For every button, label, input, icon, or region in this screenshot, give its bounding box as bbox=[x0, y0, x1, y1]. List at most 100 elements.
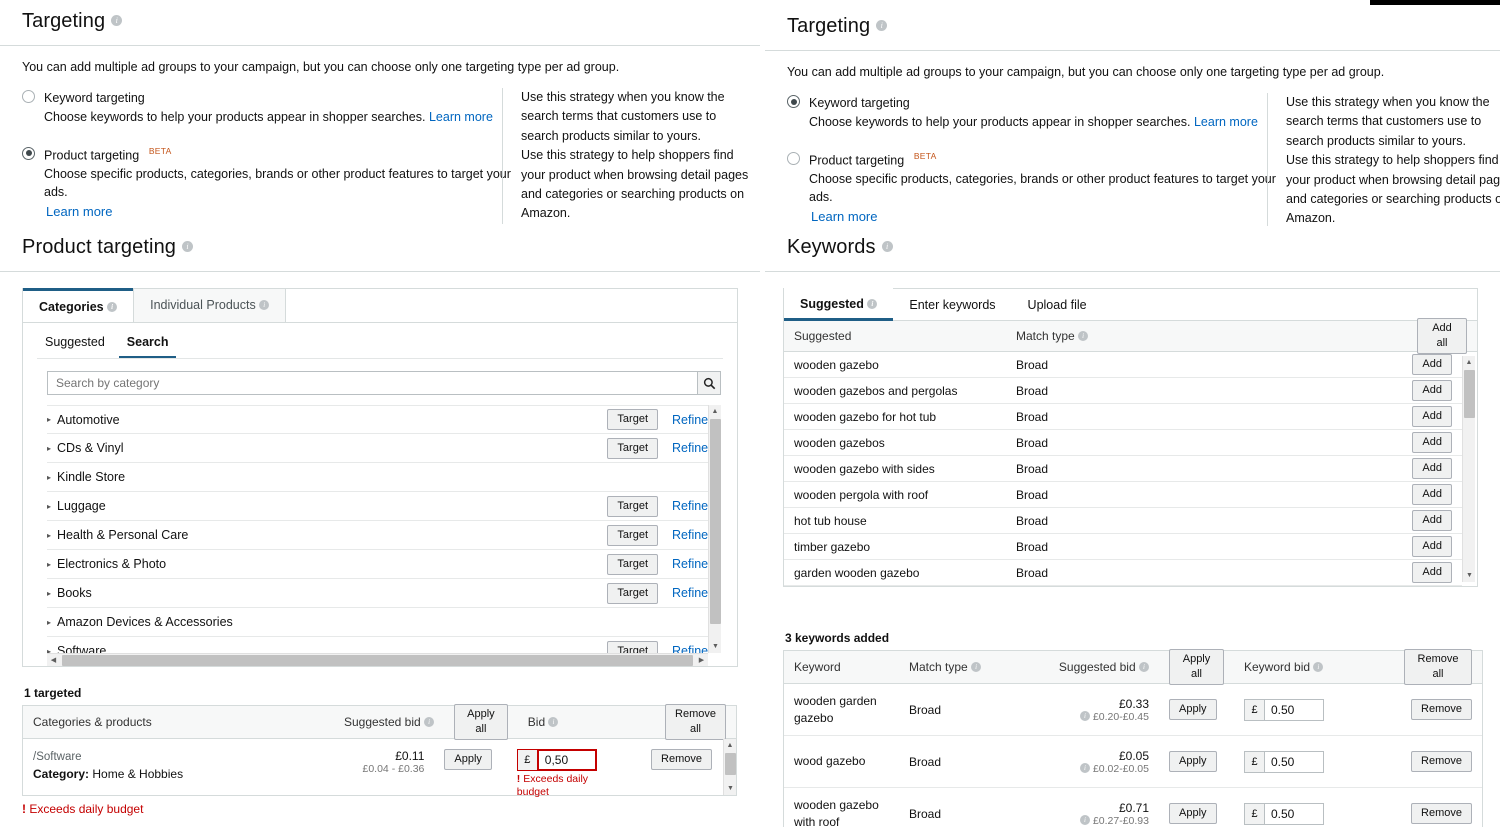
refine-link[interactable]: Refine bbox=[672, 413, 708, 427]
expand-caret-icon[interactable]: ▸ bbox=[47, 473, 51, 482]
info-icon[interactable]: i bbox=[1139, 661, 1149, 672]
info-icon[interactable]: i bbox=[1080, 762, 1091, 773]
info-icon[interactable]: i bbox=[548, 716, 559, 727]
expand-caret-icon[interactable]: ▸ bbox=[47, 502, 51, 511]
add-button[interactable]: Add bbox=[1412, 510, 1452, 531]
info-icon[interactable]: i bbox=[971, 661, 982, 672]
category-row[interactable]: ▸ Automotive Target Refine bbox=[47, 405, 708, 434]
apply-all-button[interactable]: Apply all bbox=[1169, 649, 1224, 685]
add-all-button[interactable]: Add all bbox=[1417, 318, 1467, 354]
target-button[interactable]: Target bbox=[607, 524, 658, 546]
scroll-thumb[interactable] bbox=[725, 753, 736, 775]
tab-categories[interactable]: Categories i bbox=[23, 288, 134, 322]
radio-input-product-targeting[interactable] bbox=[22, 146, 35, 160]
scroll-down-arrow[interactable]: ▼ bbox=[724, 782, 737, 795]
radio-input-keyword-targeting[interactable] bbox=[22, 90, 35, 103]
expand-caret-icon[interactable]: ▸ bbox=[47, 444, 51, 453]
learn-more-product-link[interactable]: Learn more bbox=[811, 209, 877, 224]
target-button[interactable]: Target bbox=[607, 437, 658, 459]
refine-link[interactable]: Refine bbox=[672, 499, 708, 513]
radio-input-keyword-targeting[interactable] bbox=[787, 95, 800, 108]
bid-input[interactable] bbox=[536, 749, 597, 771]
add-button[interactable]: Add bbox=[1412, 354, 1452, 375]
add-button[interactable]: Add bbox=[1412, 536, 1452, 557]
info-icon[interactable]: i bbox=[867, 298, 878, 309]
keyword-bid-input[interactable] bbox=[1264, 698, 1324, 721]
refine-link[interactable]: Refine bbox=[672, 441, 708, 455]
keyword-bid-field[interactable]: £ bbox=[1244, 698, 1384, 721]
tab-upload-file[interactable]: Upload file bbox=[1011, 289, 1103, 320]
suggested-list-scrollbar[interactable]: ▲ ▼ bbox=[1462, 356, 1475, 582]
keyword-bid-input[interactable] bbox=[1264, 750, 1324, 773]
add-button[interactable]: Add bbox=[1412, 484, 1452, 505]
expand-caret-icon[interactable]: ▸ bbox=[47, 531, 51, 540]
add-button[interactable]: Add bbox=[1412, 432, 1452, 453]
info-icon[interactable]: i bbox=[1080, 814, 1091, 825]
info-icon[interactable]: i bbox=[107, 301, 118, 312]
refine-link[interactable]: Refine bbox=[672, 557, 708, 571]
category-row[interactable]: ▸ CDs & Vinyl Target Refine bbox=[47, 434, 708, 463]
remove-button[interactable]: Remove bbox=[1411, 751, 1472, 772]
scroll-right-arrow[interactable]: ▶ bbox=[695, 656, 708, 664]
bid-field[interactable]: £ bbox=[516, 749, 631, 771]
target-button[interactable]: Target bbox=[607, 582, 658, 604]
remove-button[interactable]: Remove bbox=[1411, 803, 1472, 824]
tab-individual-products[interactable]: Individual Products i bbox=[133, 289, 287, 322]
tab-enter-keywords[interactable]: Enter keywords bbox=[893, 289, 1012, 320]
target-button[interactable]: Target bbox=[607, 495, 658, 517]
refine-link[interactable]: Refine bbox=[672, 586, 708, 600]
remove-button[interactable]: Remove bbox=[651, 749, 712, 770]
info-icon[interactable]: i bbox=[1080, 710, 1091, 721]
remove-all-button[interactable]: Remove all bbox=[1404, 649, 1472, 685]
subtab-suggested[interactable]: Suggested bbox=[37, 331, 113, 358]
scroll-thumb[interactable] bbox=[710, 419, 721, 624]
learn-more-keyword-link[interactable]: Learn more bbox=[429, 110, 493, 124]
scroll-down-arrow[interactable]: ▼ bbox=[1463, 569, 1476, 582]
targeted-table-scrollbar[interactable]: ▲ ▼ bbox=[723, 739, 736, 795]
add-button[interactable]: Add bbox=[1412, 406, 1452, 427]
keyword-bid-input[interactable] bbox=[1264, 802, 1324, 825]
info-icon[interactable]: i bbox=[876, 20, 888, 31]
target-button[interactable]: Target bbox=[607, 553, 658, 575]
keyword-bid-field[interactable]: £ bbox=[1244, 750, 1384, 773]
remove-button[interactable]: Remove bbox=[1411, 699, 1472, 720]
apply-button[interactable]: Apply bbox=[1169, 751, 1217, 772]
scroll-down-arrow[interactable]: ▼ bbox=[709, 640, 722, 653]
scroll-thumb[interactable] bbox=[1464, 370, 1475, 418]
info-icon[interactable]: i bbox=[111, 15, 123, 26]
category-row[interactable]: ▸ Electronics & Photo Target Refine bbox=[47, 550, 708, 579]
info-icon[interactable]: i bbox=[1078, 330, 1089, 341]
search-input[interactable] bbox=[47, 371, 697, 395]
info-icon[interactable]: i bbox=[259, 299, 270, 310]
refine-link[interactable]: Refine bbox=[672, 528, 708, 542]
scroll-left-arrow[interactable]: ◀ bbox=[47, 656, 60, 664]
add-button[interactable]: Add bbox=[1412, 458, 1452, 479]
scroll-up-arrow[interactable]: ▲ bbox=[724, 739, 736, 752]
add-button[interactable]: Add bbox=[1412, 562, 1452, 583]
info-icon[interactable]: i bbox=[881, 241, 893, 252]
category-list-vertical-scrollbar[interactable]: ▲ ▼ bbox=[708, 405, 721, 653]
radio-input-product-targeting[interactable] bbox=[787, 151, 800, 165]
apply-button[interactable]: Apply bbox=[1169, 699, 1217, 720]
category-row[interactable]: ▸ Amazon Devices & Accessories bbox=[47, 608, 708, 637]
tab-suggested[interactable]: Suggested i bbox=[784, 288, 894, 321]
apply-all-button[interactable]: Apply all bbox=[454, 704, 508, 740]
info-icon[interactable]: i bbox=[424, 716, 435, 727]
search-icon[interactable] bbox=[697, 371, 721, 395]
subtab-search[interactable]: Search bbox=[118, 331, 177, 358]
scroll-up-arrow[interactable]: ▲ bbox=[709, 405, 721, 418]
scroll-up-arrow[interactable]: ▲ bbox=[1463, 356, 1475, 369]
category-list-horizontal-scrollbar[interactable]: ◀ ▶ bbox=[47, 653, 708, 666]
info-icon[interactable]: i bbox=[1313, 661, 1324, 672]
apply-button[interactable]: Apply bbox=[1169, 803, 1217, 824]
learn-more-keyword-link[interactable]: Learn more bbox=[1194, 115, 1258, 129]
expand-caret-icon[interactable]: ▸ bbox=[47, 415, 51, 424]
expand-caret-icon[interactable]: ▸ bbox=[47, 560, 51, 569]
expand-caret-icon[interactable]: ▸ bbox=[47, 618, 51, 627]
category-row[interactable]: ▸ Luggage Target Refine bbox=[47, 492, 708, 521]
apply-button[interactable]: Apply bbox=[444, 749, 492, 770]
category-row[interactable]: ▸ Kindle Store bbox=[47, 463, 708, 492]
category-row[interactable]: ▸ Health & Personal Care Target Refine bbox=[47, 521, 708, 550]
target-button[interactable]: Target bbox=[607, 409, 658, 430]
info-icon[interactable]: i bbox=[182, 241, 194, 252]
